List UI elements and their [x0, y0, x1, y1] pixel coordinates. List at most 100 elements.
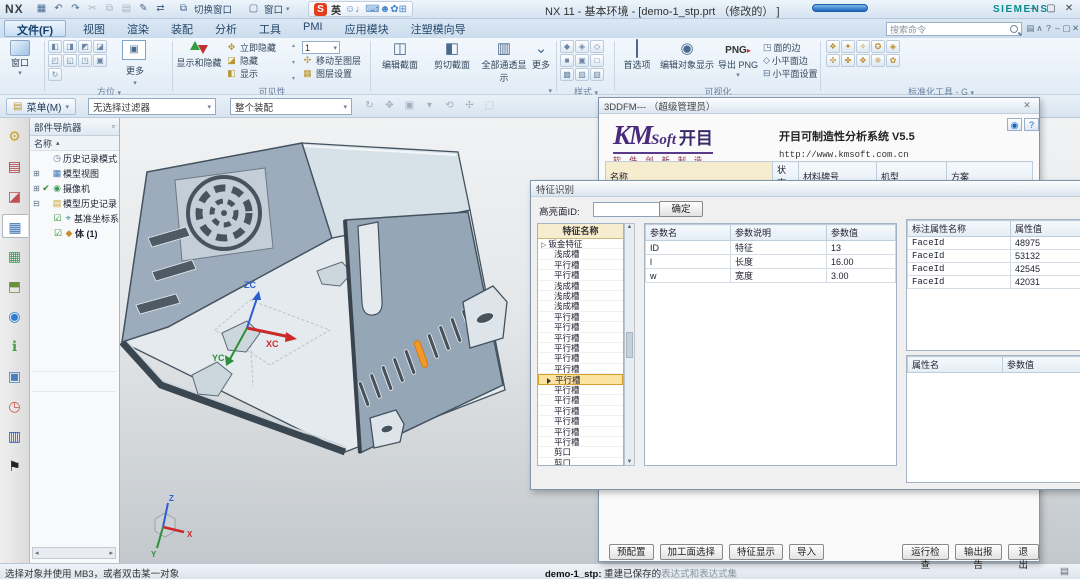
section-command-button[interactable]: ◧剪切截面	[426, 40, 478, 84]
more-button[interactable]: 更多▾	[118, 64, 152, 87]
dialog-button[interactable]: 输出报告	[955, 544, 1002, 560]
visibility-menu-item[interactable]: ◧显示	[226, 67, 276, 80]
ribbon-icon[interactable]: ↻	[48, 68, 62, 81]
expander-icon[interactable]: ⊟	[32, 199, 41, 208]
selection-filter-dropdown[interactable]: 无选择过滤器▾	[88, 98, 216, 115]
ribbon-icon[interactable]: ▣	[93, 54, 107, 67]
horizontal-scrollbar[interactable]: ◂ ▸	[32, 547, 116, 559]
scroll-down-icon[interactable]: ▼	[627, 459, 633, 465]
history-icon[interactable]: ◷	[2, 394, 28, 418]
web-browser-icon[interactable]: ℹ	[2, 334, 28, 358]
tool-icon[interactable]: ✥	[856, 54, 870, 67]
feature-tree-item[interactable]: 平行槽	[538, 364, 623, 374]
feature-tree-item[interactable]: 剪口	[538, 458, 623, 466]
panel-pin-icon[interactable]: ▫	[112, 121, 115, 132]
column-header[interactable]: 属性名	[908, 357, 1003, 373]
mic-icon[interactable]: ♩	[355, 4, 365, 15]
tool-icon[interactable]: ◈	[886, 40, 900, 53]
edit-object-display-button[interactable]: ◉编辑对象显示	[658, 40, 716, 71]
layer-combo[interactable]: 1▾	[302, 41, 340, 54]
attribute-row[interactable]: FaceId42545	[908, 263, 1080, 276]
dialog-button[interactable]: 运行检查	[902, 544, 949, 560]
tool-icon[interactable]: ❖	[826, 40, 840, 53]
feature-tree-item[interactable]: 浅成槽	[538, 301, 623, 311]
tool-icon[interactable]: ✣	[826, 54, 840, 67]
dialog-button[interactable]: 退出	[1008, 544, 1039, 560]
visibility-spinner[interactable]: ▴▾▾	[292, 42, 295, 82]
tool-icon[interactable]: ✤	[841, 54, 855, 67]
menu-button[interactable]: ▤菜单(M)▾	[6, 98, 76, 115]
style-icon[interactable]: ■	[560, 54, 574, 67]
reuse-library-icon[interactable]: ⬒	[2, 274, 28, 298]
feature-tree-item[interactable]: 平行槽	[538, 395, 623, 405]
ok-button[interactable]: 确定	[659, 201, 703, 217]
menubar-icon[interactable]: ↻	[362, 99, 377, 114]
expander-icon[interactable]: ▷	[541, 242, 546, 249]
vertical-scrollbar[interactable]: ▲ ▼	[624, 223, 635, 466]
feature-tree-item[interactable]: 剪口	[538, 447, 623, 457]
notebook-icon[interactable]: ▣	[2, 364, 28, 388]
column-header[interactable]: 参数值	[1003, 357, 1080, 373]
keyboard-icon[interactable]: ⌨	[365, 4, 379, 15]
tree-row[interactable]: ⊞ ▦ 模型视图	[30, 166, 119, 181]
filter-icon[interactable]: ⚑	[2, 454, 28, 478]
menubar-icon[interactable]: ⟲	[442, 99, 457, 114]
ribbon-tab[interactable]: 视图	[72, 19, 116, 38]
child-restore-icon[interactable]: ▢	[1062, 22, 1071, 35]
dialog-button[interactable]: 特征显示	[729, 544, 783, 560]
menubar-icon[interactable]: ✢	[462, 99, 477, 114]
roller-gear-icon[interactable]: ⚙	[2, 124, 28, 148]
ribbon-icon[interactable]: ◳	[78, 54, 92, 67]
tab-file[interactable]: 文件(F)	[4, 20, 66, 37]
part-navigator-icon[interactable]: ▦	[2, 244, 28, 268]
tool-icon[interactable]: ✧	[856, 40, 870, 53]
ribbon-tab[interactable]: 装配	[160, 19, 204, 38]
dialog-button[interactable]: 加工面选择	[660, 544, 724, 560]
ribbon-tab[interactable]: 渲染	[116, 19, 160, 38]
help-icon[interactable]: ?	[1044, 22, 1053, 35]
status-grid-icon[interactable]: ▤	[1060, 566, 1069, 577]
view-manager-icon[interactable]: ◉	[2, 304, 28, 328]
export-png-button[interactable]: PNG▸导出 PNG▾	[718, 40, 758, 79]
scroll-right-icon[interactable]: ▸	[109, 549, 113, 557]
maximize-icon[interactable]: ▢	[1042, 1, 1060, 16]
tree-row[interactable]: ☑ ⌖ 基准坐标系	[30, 211, 119, 226]
feature-tree-item[interactable]: 平行槽	[538, 416, 623, 426]
part-navigator-tab-icon[interactable]: ▦	[2, 214, 28, 238]
color-palette-icon[interactable]: ▥	[2, 424, 28, 448]
feature-tree-item[interactable]: 平行槽	[538, 333, 623, 343]
style-icon[interactable]: ▩	[560, 68, 574, 81]
feature-tree-item[interactable]: 平行槽	[538, 312, 623, 322]
child-minimize-icon[interactable]: –	[1053, 22, 1062, 35]
view-triad[interactable]: Z X Y	[151, 494, 193, 559]
section-command-button[interactable]: ◫编辑截面	[374, 40, 426, 84]
cut-icon[interactable]: ✂	[85, 1, 100, 16]
copy-icon[interactable]: ⧉	[102, 1, 117, 16]
swap-icon[interactable]: ⇄	[153, 1, 168, 16]
feature-tree-item[interactable]: 平行槽	[538, 427, 623, 437]
visibility-menu-item[interactable]: ✥立即隐藏	[226, 41, 276, 54]
scrollbar-thumb[interactable]	[626, 332, 633, 358]
constraint-navigator-icon[interactable]: ◪	[2, 184, 28, 208]
undo-icon[interactable]: ↶	[51, 1, 66, 16]
tool-icon[interactable]: ❈	[871, 54, 885, 67]
section-command-button[interactable]: ▥全部通透显示	[478, 40, 530, 84]
more-button[interactable]: ⌄更多	[530, 40, 552, 84]
column-header[interactable]: 标注属性名称	[908, 221, 1011, 237]
ribbon-tab[interactable]: 工具	[248, 19, 292, 38]
command-search[interactable]: 搜索命令	[886, 22, 1022, 36]
layer-command[interactable]: ✣移动至图层	[302, 54, 361, 67]
scroll-up-icon[interactable]: ▲	[627, 224, 633, 230]
assembly-navigator-icon[interactable]: ▤	[2, 154, 28, 178]
highlight-icon[interactable]: ✎	[136, 1, 151, 16]
tool-icon[interactable]: ✿	[886, 54, 900, 67]
ribbon-icon[interactable]: ◱	[63, 54, 77, 67]
menubar-icon[interactable]: ▣	[402, 99, 417, 114]
parameter-row[interactable]: l长度16.00	[646, 255, 896, 269]
ribbon-icon[interactable]: ◨	[63, 40, 77, 53]
visibility-menu-item[interactable]: ◪隐藏	[226, 54, 276, 67]
tree-row[interactable]: ⊞ ✔ ◉ 摄像机	[30, 181, 119, 196]
style-icon[interactable]: ◇	[590, 40, 604, 53]
scroll-left-icon[interactable]: ◂	[35, 549, 39, 557]
edge-display-option[interactable]: ⊟小平面设置	[760, 67, 821, 80]
